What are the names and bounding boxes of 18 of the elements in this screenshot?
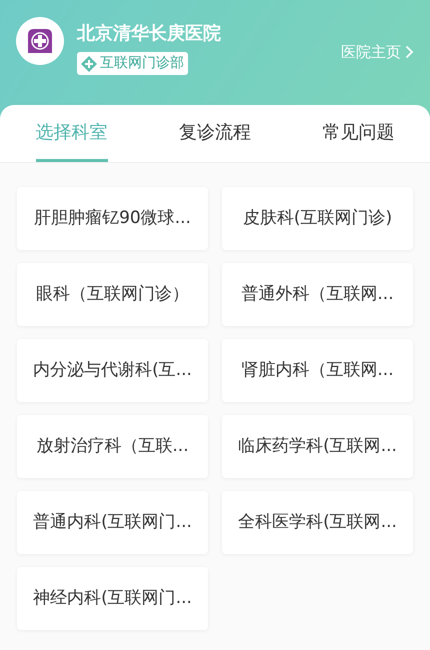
badge-label: 互联网门诊部 <box>100 54 184 73</box>
department-card[interactable]: 普通外科（互联网... <box>222 263 413 326</box>
department-card[interactable]: 普通内科(互联网门... <box>17 491 208 554</box>
department-card[interactable]: 放射治疗科（互联... <box>17 415 208 478</box>
department-card[interactable]: 神经内科(互联网门... <box>17 567 208 630</box>
tab[interactable]: 常见问题 <box>322 105 394 162</box>
department-card[interactable]: 临床药学科(互联网... <box>222 415 413 478</box>
tab[interactable]: 复诊流程 <box>178 105 251 162</box>
department-card[interactable]: 全科医学科(互联网... <box>222 491 413 554</box>
hospital-logo-icon <box>25 26 55 56</box>
department-card[interactable]: 内分泌与代谢科(互... <box>17 339 208 402</box>
department-card[interactable]: 肝胆肿瘤钇90微球... <box>17 187 208 250</box>
department-card[interactable]: 眼科（互联网门诊） <box>17 263 208 326</box>
chevron-right-icon <box>405 45 414 60</box>
plus-diamond-icon <box>81 56 97 72</box>
hospital-name: 北京清华长庚医院 <box>77 22 221 46</box>
department-card[interactable]: 肾脏内科（互联网... <box>222 339 413 402</box>
department-card[interactable]: 皮肤科(互联网门诊) <box>222 187 413 250</box>
